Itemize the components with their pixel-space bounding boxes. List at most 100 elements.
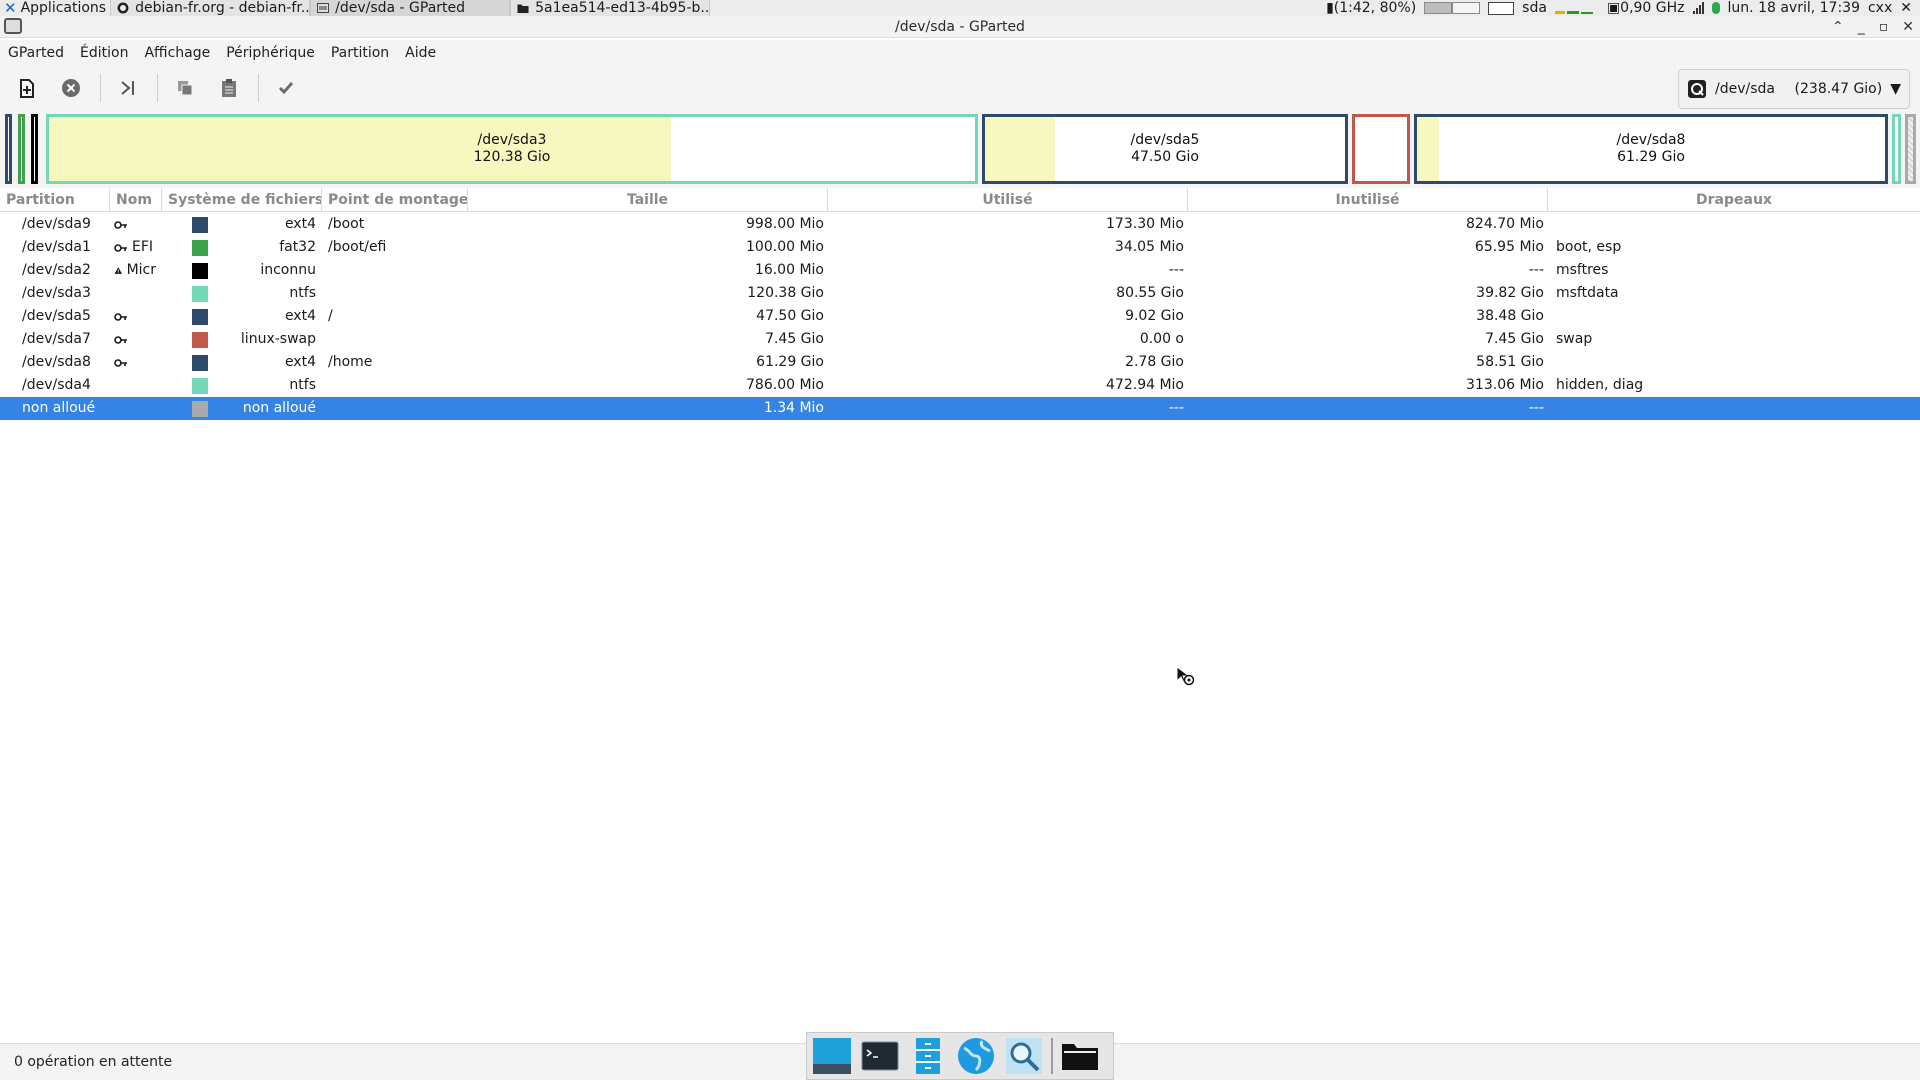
table-row[interactable]: /dev/sda9 ext4/boot 998.00 Mio 173.30 Mio 82… bbox=[0, 213, 1920, 236]
diskmap-sda1[interactable] bbox=[18, 114, 25, 184]
delete-partition-button[interactable] bbox=[54, 71, 88, 105]
logout-icon[interactable]: ✕ bbox=[1900, 0, 1912, 16]
column-filesystem[interactable]: Système de fichiers bbox=[162, 188, 322, 212]
cpu-freq-text: 0,90 GHz bbox=[1620, 0, 1685, 16]
column-size[interactable]: Taille bbox=[468, 188, 828, 212]
resize-move-button[interactable] bbox=[111, 71, 145, 105]
name-cell bbox=[110, 374, 162, 397]
size-cell: 61.29 Gio bbox=[756, 354, 824, 370]
minimize-icon[interactable]: _ bbox=[1858, 19, 1865, 35]
diskmap-unallocated[interactable] bbox=[1905, 114, 1916, 184]
taskbar-item-folder[interactable]: 5a1ea514-ed13-4b95-b... bbox=[510, 0, 711, 16]
diskmap-sda4[interactable] bbox=[1892, 114, 1901, 184]
table-row[interactable]: /dev/sda5 ext4 / 47.50 Gio 9.02 Gio 38.48 Gio bbox=[0, 305, 1920, 328]
filesystem-cell: ext4 bbox=[162, 351, 322, 374]
device-selector[interactable]: /dev/sda (238.47 Gio) ▼ bbox=[1678, 69, 1910, 109]
diskmap-sda3[interactable]: /dev/sda3 120.38 Gio bbox=[46, 114, 978, 184]
memory-graph bbox=[1452, 2, 1481, 14]
menu-partition[interactable]: Partition bbox=[323, 45, 397, 61]
applications-menu[interactable]: ✕ Applications bbox=[0, 0, 110, 16]
menu-edition[interactable]: Édition bbox=[72, 45, 136, 61]
dock-file-cabinet[interactable] bbox=[907, 1035, 949, 1077]
dock-terminal[interactable] bbox=[859, 1035, 901, 1077]
column-flags[interactable]: Drapeaux bbox=[1548, 188, 1920, 212]
device-name: /dev/sda bbox=[1715, 81, 1775, 97]
column-partition[interactable]: Partition bbox=[0, 188, 110, 212]
diskmap-sda2[interactable] bbox=[31, 114, 38, 184]
copy-button[interactable] bbox=[168, 71, 202, 105]
copy-icon bbox=[178, 81, 193, 96]
dock-web-browser[interactable] bbox=[955, 1035, 997, 1077]
filesystem-color-swatch bbox=[192, 331, 208, 348]
window-titlebar[interactable]: /dev/sda - GParted ⌃ _ ▫ ✕ bbox=[0, 16, 1920, 38]
size-cell: 120.38 Gio bbox=[747, 285, 824, 301]
size-cell: 47.50 Gio bbox=[756, 308, 824, 324]
mountpoint-cell bbox=[322, 328, 468, 351]
chevron-down-icon: ▼ bbox=[1890, 81, 1901, 97]
flags-cell: hidden, diag bbox=[1556, 377, 1644, 393]
filesystem-name: ext4 bbox=[284, 354, 316, 370]
column-name[interactable]: Nom bbox=[110, 188, 162, 212]
window-switch-icon[interactable] bbox=[1488, 1, 1515, 15]
taskbar-item-browser[interactable]: debian-fr.org - debian-fr... bbox=[110, 0, 311, 16]
clock[interactable]: lun. 18 avril, 17:39 bbox=[1728, 0, 1860, 16]
key-lock-icon bbox=[114, 358, 127, 367]
new-partition-button[interactable] bbox=[10, 71, 44, 105]
folder-icon bbox=[1062, 1044, 1098, 1070]
dock-folder[interactable] bbox=[1059, 1035, 1101, 1077]
xfce-logo-icon: ✕ bbox=[4, 0, 17, 16]
key-lock-icon bbox=[114, 220, 127, 229]
column-mountpoint[interactable]: Point de montage bbox=[322, 188, 468, 212]
shade-icon[interactable]: ⌃ bbox=[1832, 19, 1844, 35]
table-row[interactable]: /dev/sda1 EFI fat32/boot/efi 100.00 Mio 34.0… bbox=[0, 236, 1920, 259]
filesystem-name: non alloué bbox=[242, 400, 316, 416]
wifi-signal-icon[interactable] bbox=[1692, 2, 1704, 14]
table-row[interactable]: /dev/sda4 ntfs 786.00 Mio 472.94 Mio 313.06 … bbox=[0, 374, 1920, 397]
used-cell: 2.78 Gio bbox=[1125, 354, 1184, 370]
paste-button[interactable] bbox=[212, 71, 246, 105]
table-row[interactable]: /dev/sda7 linux-swap 7.45 Gio 0.00 o 7.45 Gi… bbox=[0, 328, 1920, 351]
file-cabinet-icon bbox=[916, 1038, 940, 1074]
new-partition-icon bbox=[20, 79, 34, 98]
diskmap-sda7[interactable] bbox=[1352, 114, 1410, 184]
used-cell: 173.30 Mio bbox=[1106, 216, 1184, 232]
dock-app-finder[interactable] bbox=[1003, 1035, 1045, 1077]
partition-cell: /dev/sda2 bbox=[22, 262, 91, 278]
applications-label: Applications bbox=[20, 0, 107, 16]
table-row[interactable]: /dev/sda2 Micr inconnu 16.00 Mio --- --- msftr… bbox=[0, 259, 1920, 282]
unused-cell: 7.45 Gio bbox=[1485, 331, 1544, 347]
maximize-icon[interactable]: ▫ bbox=[1879, 19, 1889, 35]
apply-button[interactable] bbox=[269, 71, 303, 105]
netload-graph bbox=[1554, 2, 1599, 14]
menu-gparted[interactable]: GParted bbox=[0, 45, 72, 61]
gparted-window-icon[interactable] bbox=[4, 18, 22, 34]
taskbar-label: debian-fr.org - debian-fr... bbox=[135, 0, 311, 16]
filesystem-cell: fat32 bbox=[162, 236, 322, 259]
column-unused[interactable]: Inutilisé bbox=[1188, 188, 1548, 212]
battery-icon: ▮ bbox=[1326, 0, 1334, 16]
battery-indicator[interactable]: ▮(1:42, 80%) bbox=[1326, 0, 1416, 16]
filesystem-cell: linux-swap bbox=[162, 328, 322, 351]
menu-aide[interactable]: Aide bbox=[397, 45, 444, 61]
filesystem-color-swatch bbox=[192, 377, 208, 394]
mountpoint-cell bbox=[322, 282, 468, 305]
close-icon[interactable]: ✕ bbox=[1902, 19, 1914, 35]
filesystem-color-swatch bbox=[192, 354, 208, 371]
dock-show-desktop[interactable] bbox=[811, 1035, 853, 1077]
table-row[interactable]: /dev/sda3 ntfs 120.38 Gio 80.55 Gio 39.82 Gi… bbox=[0, 282, 1920, 305]
table-row[interactable]: /dev/sda8 ext4/home 61.29 Gio 2.78 Gio 58.51… bbox=[0, 351, 1920, 374]
diskmap-sda8[interactable]: /dev/sda8 61.29 Gio bbox=[1414, 114, 1888, 184]
taskbar-item-gparted[interactable]: /dev/sda - GParted bbox=[310, 0, 511, 16]
menu-affichage[interactable]: Affichage bbox=[136, 45, 218, 61]
diskmap-sda9[interactable] bbox=[5, 114, 12, 184]
network-manager-icon[interactable] bbox=[1711, 2, 1720, 14]
flags-cell: swap bbox=[1556, 331, 1593, 347]
table-row[interactable]: non alloué non alloué 1.34 Mio --- --- bbox=[0, 397, 1920, 420]
used-cell: 80.55 Gio bbox=[1116, 285, 1184, 301]
busy-cursor-icon bbox=[1176, 666, 1195, 686]
diskmap-sda5[interactable]: /dev/sda5 47.50 Gio bbox=[982, 114, 1348, 184]
menu-peripherique[interactable]: Périphérique bbox=[218, 45, 323, 61]
column-used[interactable]: Utilisé bbox=[828, 188, 1188, 212]
user-label[interactable]: cxx bbox=[1868, 0, 1892, 16]
cpufreq-indicator[interactable]: ▣0,90 GHz bbox=[1607, 0, 1685, 16]
